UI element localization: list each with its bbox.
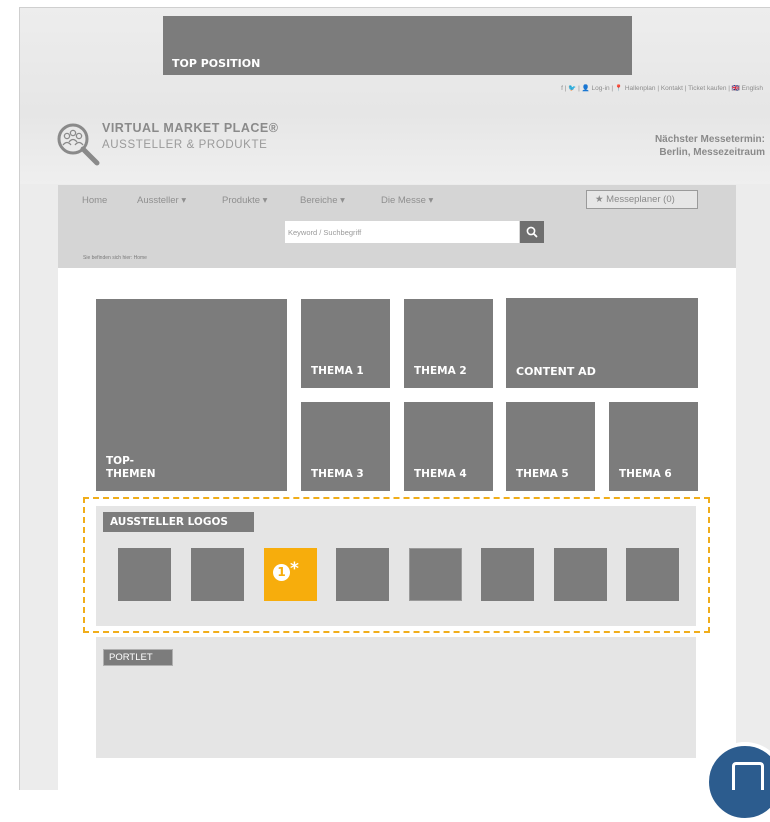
breadcrumb-bar: Sie befinden sich hier: Home <box>58 250 736 268</box>
nav-item-bereiche[interactable]: Bereiche ▾ <box>300 195 345 206</box>
logo-box-4[interactable] <box>336 548 389 601</box>
logo-box-7[interactable] <box>554 548 607 601</box>
nav-item-home[interactable]: Home <box>82 195 107 206</box>
next-fair-info: Nächster Messetermin: Berlin, Messezeitr… <box>655 133 765 159</box>
logo-box-5[interactable] <box>409 548 462 601</box>
tile-top-themen-line2: THEMEN <box>106 468 156 480</box>
tile-thema-2[interactable]: THEMA 2 <box>404 299 493 388</box>
brand-logo-icon <box>57 123 100 166</box>
logo-box-2[interactable] <box>191 548 244 601</box>
tile-content-ad-label: CONTENT AD <box>516 365 596 378</box>
tile-thema-1[interactable]: THEMA 1 <box>301 299 390 388</box>
tile-thema-5-label: THEMA 5 <box>516 468 569 480</box>
nav-item-die-messe[interactable]: Die Messe ▾ <box>381 195 433 206</box>
brand-subtitle: AUSSTELLER & PRODUKTE <box>102 139 268 151</box>
tile-top-themen-line1: TOP- <box>106 455 134 467</box>
page-frame: TOP POSITION f | 🐦 | 👤 Log-in | 📍 Hallen… <box>19 7 770 790</box>
portlet-label: PORTLET <box>103 649 173 666</box>
main-nav: Home Aussteller ▾ Produkte ▾ Bereiche ▾ … <box>58 185 736 217</box>
next-fair-line2: Berlin, Messezeitraum <box>659 147 765 158</box>
tile-thema-4-label: THEMA 4 <box>414 468 467 480</box>
utility-links[interactable]: f | 🐦 | 👤 Log-in | 📍 Hallenplan | Kontak… <box>561 84 763 92</box>
aussteller-logos-title: AUSSTELLER LOGOS <box>103 512 254 532</box>
top-position-label: TOP POSITION <box>172 57 261 70</box>
search-icon <box>526 226 538 238</box>
tile-thema-3-label: THEMA 3 <box>311 468 364 480</box>
tile-top-themen[interactable]: TOP- THEMEN <box>96 299 287 491</box>
highlight-number: 1 <box>273 564 290 581</box>
logo-box-1[interactable] <box>118 548 171 601</box>
page-canvas: TOP POSITION f | 🐦 | 👤 Log-in | 📍 Hallen… <box>20 8 770 790</box>
nav-item-produkte[interactable]: Produkte ▾ <box>222 195 267 206</box>
tile-thema-2-label: THEMA 2 <box>414 365 467 377</box>
logo-box-highlighted[interactable]: 1 * <box>264 548 317 601</box>
next-fair-line1: Nächster Messetermin: <box>654 134 765 145</box>
messeplaner-button[interactable]: ★ Messeplaner (0) <box>586 190 698 209</box>
portlet-section <box>96 637 696 758</box>
tile-thema-6-label: THEMA 6 <box>619 468 672 480</box>
tile-thema-3[interactable]: THEMA 3 <box>301 402 390 491</box>
chat-icon <box>732 762 764 790</box>
nav-item-aussteller[interactable]: Aussteller ▾ <box>137 195 186 206</box>
highlight-star: * <box>290 559 299 579</box>
search-bar <box>58 217 736 250</box>
tile-thema-6[interactable]: THEMA 6 <box>609 402 698 491</box>
logo-box-8[interactable] <box>626 548 679 601</box>
tile-content-ad[interactable]: CONTENT AD <box>506 298 698 388</box>
brand-title[interactable]: VIRTUAL MARKET PLACE® <box>102 121 278 135</box>
tile-thema-5[interactable]: THEMA 5 <box>506 402 595 491</box>
search-input[interactable] <box>285 221 519 243</box>
tile-thema-1-label: THEMA 1 <box>311 365 364 377</box>
breadcrumb[interactable]: Sie befinden sich hier: Home <box>83 255 147 261</box>
tile-top-themen-label: TOP- THEMEN <box>106 455 156 481</box>
search-button[interactable] <box>520 221 544 243</box>
logo-box-6[interactable] <box>481 548 534 601</box>
top-position-banner[interactable]: TOP POSITION <box>163 16 632 75</box>
highlight-marker: 1 * <box>273 559 299 581</box>
tile-thema-4[interactable]: THEMA 4 <box>404 402 493 491</box>
